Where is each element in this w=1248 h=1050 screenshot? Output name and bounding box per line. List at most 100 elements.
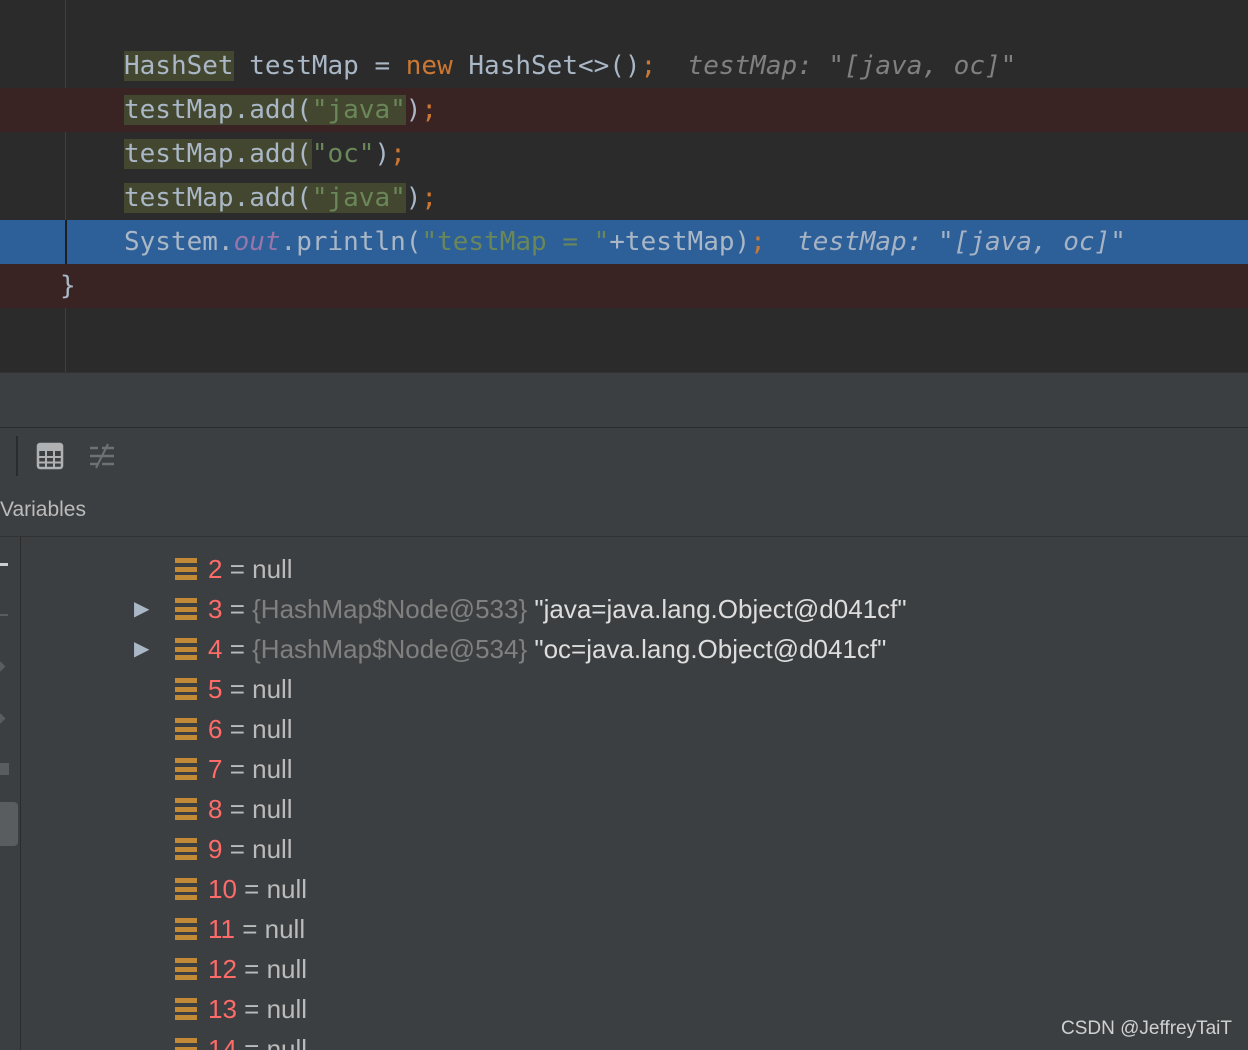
side-action-icon[interactable] (0, 763, 9, 775)
equals-sign: = (236, 874, 267, 904)
variable-type: {HashMap$Node@534} (252, 634, 528, 664)
expand-arrow-icon[interactable]: ▶ (134, 589, 149, 629)
equals-sign: = (222, 714, 253, 744)
variable-row[interactable]: 7 = null (21, 749, 1248, 789)
side-action-icon[interactable] (0, 713, 6, 724)
variable-label: 10 = null (208, 869, 307, 909)
equals-sign: = (236, 994, 267, 1024)
side-action-icon[interactable] (0, 614, 8, 616)
equals-sign: = (222, 754, 253, 784)
variable-label: 4 = {HashMap$Node@534} "oc=java.lang.Obj… (208, 629, 886, 669)
variable-label: 6 = null (208, 709, 293, 749)
variable-index: 10 (208, 874, 237, 904)
variable-label: 13 = null (208, 989, 307, 1029)
toolbar-separator (16, 436, 18, 476)
variable-row[interactable]: 8 = null (21, 789, 1248, 829)
variable-row[interactable]: ▶ 4 = {HashMap$Node@534} "oc=java.lang.Ob… (21, 629, 1248, 669)
variable-row[interactable]: 10 = null (21, 869, 1248, 909)
panel-splitter[interactable] (0, 372, 1248, 427)
variables-tree[interactable]: 2 = null ▶ 3 = {HashMap$Node@533} "java=ja… (21, 537, 1248, 1050)
calculator-icon[interactable] (36, 442, 64, 470)
method-call: testMap.add( (124, 139, 312, 169)
variable-index: 3 (208, 594, 223, 624)
variable-value: null (252, 714, 293, 744)
variable-row[interactable]: 5 = null (21, 669, 1248, 709)
code-line-6[interactable]: } (0, 264, 1248, 308)
variable-value: null (252, 834, 293, 864)
equals-sign: = (222, 794, 253, 824)
variable-label: 8 = null (208, 789, 293, 829)
array-element-icon (175, 718, 197, 740)
code-line-3[interactable]: testMap.add("oc"); (0, 132, 1248, 176)
variable-index: 6 (208, 714, 223, 744)
execution-marker (65, 220, 67, 264)
array-element-icon (175, 678, 197, 700)
array-element-icon (175, 838, 197, 860)
variable-label: 5 = null (208, 669, 293, 709)
code-editor[interactable]: HashSet testMap = new HashSet<>(); testM… (0, 0, 1248, 372)
semicolon: ; (421, 95, 438, 125)
variable-index: 12 (208, 954, 237, 984)
variable-row[interactable]: 6 = null (21, 709, 1248, 749)
assign-op: = (374, 51, 406, 81)
variable-row[interactable]: 12 = null (21, 949, 1248, 989)
semicolon: ; (390, 139, 406, 169)
equals-sign: = (222, 594, 253, 624)
method-println: .println( (280, 227, 422, 257)
code-line-1[interactable]: HashSet testMap = new HashSet<>(); testM… (0, 44, 1248, 88)
paren-close: ) (374, 139, 391, 169)
variable-value: null (266, 954, 308, 984)
variable-row[interactable]: ▶ 3 = {HashMap$Node@533} "java=java.lang.… (21, 589, 1248, 629)
concat-expression: +testMap) (609, 227, 751, 257)
variable-index: 11 (208, 914, 235, 944)
variable-label: 11 = null (208, 909, 305, 949)
watermark: CSDN @JeffreyTaiT (1061, 1018, 1232, 1039)
variable-value: null (252, 794, 293, 824)
equals-sign: = (236, 954, 267, 984)
side-action-icon[interactable] (0, 563, 8, 566)
variable-row[interactable]: 11 = null (21, 909, 1248, 949)
array-element-icon (175, 998, 197, 1020)
array-element-icon (175, 1038, 197, 1050)
string-literal: "oc" (311, 139, 375, 169)
variable-row[interactable]: 2 = null (21, 549, 1248, 589)
expand-arrow-icon[interactable]: ▶ (134, 629, 149, 669)
code-line-2[interactable]: testMap.add("java"); (0, 88, 1248, 132)
string-literal: "java" (311, 95, 406, 125)
variable-type: {HashMap$Node@533} (252, 594, 528, 624)
closing-brace: } (60, 271, 76, 301)
method-call: testMap.add (124, 183, 297, 213)
array-element-icon (175, 918, 197, 940)
variable-row[interactable]: 9 = null (21, 829, 1248, 869)
variable-index: 4 (208, 634, 223, 664)
type-hashset: HashSet (124, 51, 234, 81)
variable-value: null (266, 1034, 308, 1050)
side-toggle-button[interactable] (0, 802, 18, 846)
paren-open: ( (296, 95, 312, 125)
class-system: System. (124, 227, 234, 257)
variable-label: 9 = null (208, 829, 293, 869)
equals-sign: = (236, 1034, 267, 1050)
variable-index: 2 (208, 554, 223, 584)
paren-open: ( (296, 183, 312, 213)
semicolon: ; (750, 227, 766, 257)
semicolon: ; (640, 51, 657, 81)
array-element-icon (175, 958, 197, 980)
paren-close: ) (405, 95, 422, 125)
equals-sign: = (222, 554, 253, 584)
variable-index: 7 (208, 754, 223, 784)
constructor-call: HashSet<>() (452, 51, 641, 81)
code-line-4[interactable]: testMap.add("java"); (0, 176, 1248, 220)
side-action-icon[interactable] (0, 661, 6, 672)
equals-sign: = (222, 634, 253, 664)
static-field-out: out (233, 227, 281, 257)
variable-value: "oc=java.lang.Object@d041cf" (527, 634, 887, 664)
inline-value-hint: testMap: "[java, oc]" (656, 51, 1017, 81)
restore-layout-icon[interactable] (88, 442, 116, 470)
array-element-icon (175, 598, 197, 620)
code-line-5-current-execution[interactable]: System.out.println("testMap = "+testMap)… (0, 220, 1248, 264)
variable-value: null (252, 674, 293, 704)
variable-index: 8 (208, 794, 223, 824)
array-element-icon (175, 638, 197, 660)
paren-close: ) (405, 183, 422, 213)
